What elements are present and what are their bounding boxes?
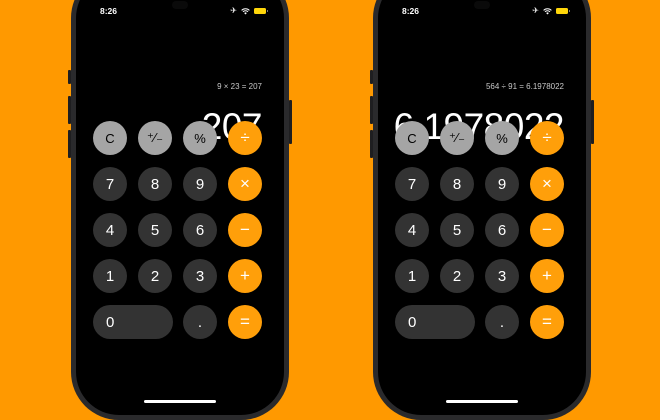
equals-button[interactable]: = — [530, 305, 564, 339]
phone-right: 8:26 ✈ 564 ÷ 91 = 6.1978022 6.1978022 C … — [370, 0, 594, 420]
subtract-button[interactable]: − — [228, 213, 262, 247]
digit-4-button[interactable]: 4 — [93, 213, 127, 247]
add-button[interactable]: + — [530, 259, 564, 293]
volume-up-button — [370, 96, 373, 124]
phone-left: 8:26 ✈ 9 × 23 = 207 207 C ⁺∕₋ % ÷ 7 8 9 … — [68, 0, 292, 420]
status-time: 8:26 — [100, 6, 118, 16]
battery-icon — [556, 8, 570, 14]
digit-6-button[interactable]: 6 — [485, 213, 519, 247]
percent-button[interactable]: % — [183, 121, 217, 155]
power-button — [289, 100, 292, 144]
digit-4-button[interactable]: 4 — [395, 213, 429, 247]
digit-7-button[interactable]: 7 — [93, 167, 127, 201]
airplane-icon: ✈ — [230, 6, 237, 15]
calculation-history: 564 ÷ 91 = 6.1978022 — [485, 82, 564, 91]
digit-9-button[interactable]: 9 — [183, 167, 217, 201]
digit-3-button[interactable]: 3 — [485, 259, 519, 293]
volume-down-button — [68, 130, 71, 158]
digit-6-button[interactable]: 6 — [183, 213, 217, 247]
wifi-icon — [241, 7, 250, 14]
home-indicator[interactable] — [446, 400, 518, 403]
digit-7-button[interactable]: 7 — [395, 167, 429, 201]
decimal-button[interactable]: . — [183, 305, 217, 339]
status-icons: ✈ — [230, 6, 268, 15]
add-button[interactable]: + — [228, 259, 262, 293]
clear-button[interactable]: C — [395, 121, 429, 155]
subtract-button[interactable]: − — [530, 213, 564, 247]
power-button — [591, 100, 594, 144]
multiply-button[interactable]: × — [530, 167, 564, 201]
calculator-screen: 8:26 ✈ 9 × 23 = 207 207 C ⁺∕₋ % ÷ 7 8 9 … — [76, 0, 284, 415]
digit-2-button[interactable]: 2 — [440, 259, 474, 293]
digit-8-button[interactable]: 8 — [440, 167, 474, 201]
divide-button[interactable]: ÷ — [228, 121, 262, 155]
digit-5-button[interactable]: 5 — [138, 213, 172, 247]
digit-1-button[interactable]: 1 — [93, 259, 127, 293]
equals-button[interactable]: = — [228, 305, 262, 339]
digit-8-button[interactable]: 8 — [138, 167, 172, 201]
wifi-icon — [543, 7, 552, 14]
digit-5-button[interactable]: 5 — [440, 213, 474, 247]
airplane-icon: ✈ — [532, 6, 539, 15]
digit-1-button[interactable]: 1 — [395, 259, 429, 293]
battery-icon — [254, 8, 268, 14]
decimal-button[interactable]: . — [485, 305, 519, 339]
status-time: 8:26 — [402, 6, 420, 16]
digit-3-button[interactable]: 3 — [183, 259, 217, 293]
digit-0-button[interactable]: 0 — [93, 305, 173, 339]
camera-cutout — [172, 1, 188, 9]
volume-down-button — [370, 130, 373, 158]
clear-button[interactable]: C — [93, 121, 127, 155]
digit-0-button[interactable]: 0 — [395, 305, 475, 339]
home-indicator[interactable] — [144, 400, 216, 403]
digit-9-button[interactable]: 9 — [485, 167, 519, 201]
volume-up-button — [68, 96, 71, 124]
calculator-screen: 8:26 ✈ 564 ÷ 91 = 6.1978022 6.1978022 C … — [378, 0, 586, 415]
calculation-history: 9 × 23 = 207 — [217, 82, 262, 91]
plus-minus-button[interactable]: ⁺∕₋ — [440, 121, 474, 155]
multiply-button[interactable]: × — [228, 167, 262, 201]
percent-button[interactable]: % — [485, 121, 519, 155]
silent-switch — [370, 70, 373, 84]
status-icons: ✈ — [532, 6, 570, 15]
plus-minus-button[interactable]: ⁺∕₋ — [138, 121, 172, 155]
digit-2-button[interactable]: 2 — [138, 259, 172, 293]
silent-switch — [68, 70, 71, 84]
divide-button[interactable]: ÷ — [530, 121, 564, 155]
camera-cutout — [474, 1, 490, 9]
